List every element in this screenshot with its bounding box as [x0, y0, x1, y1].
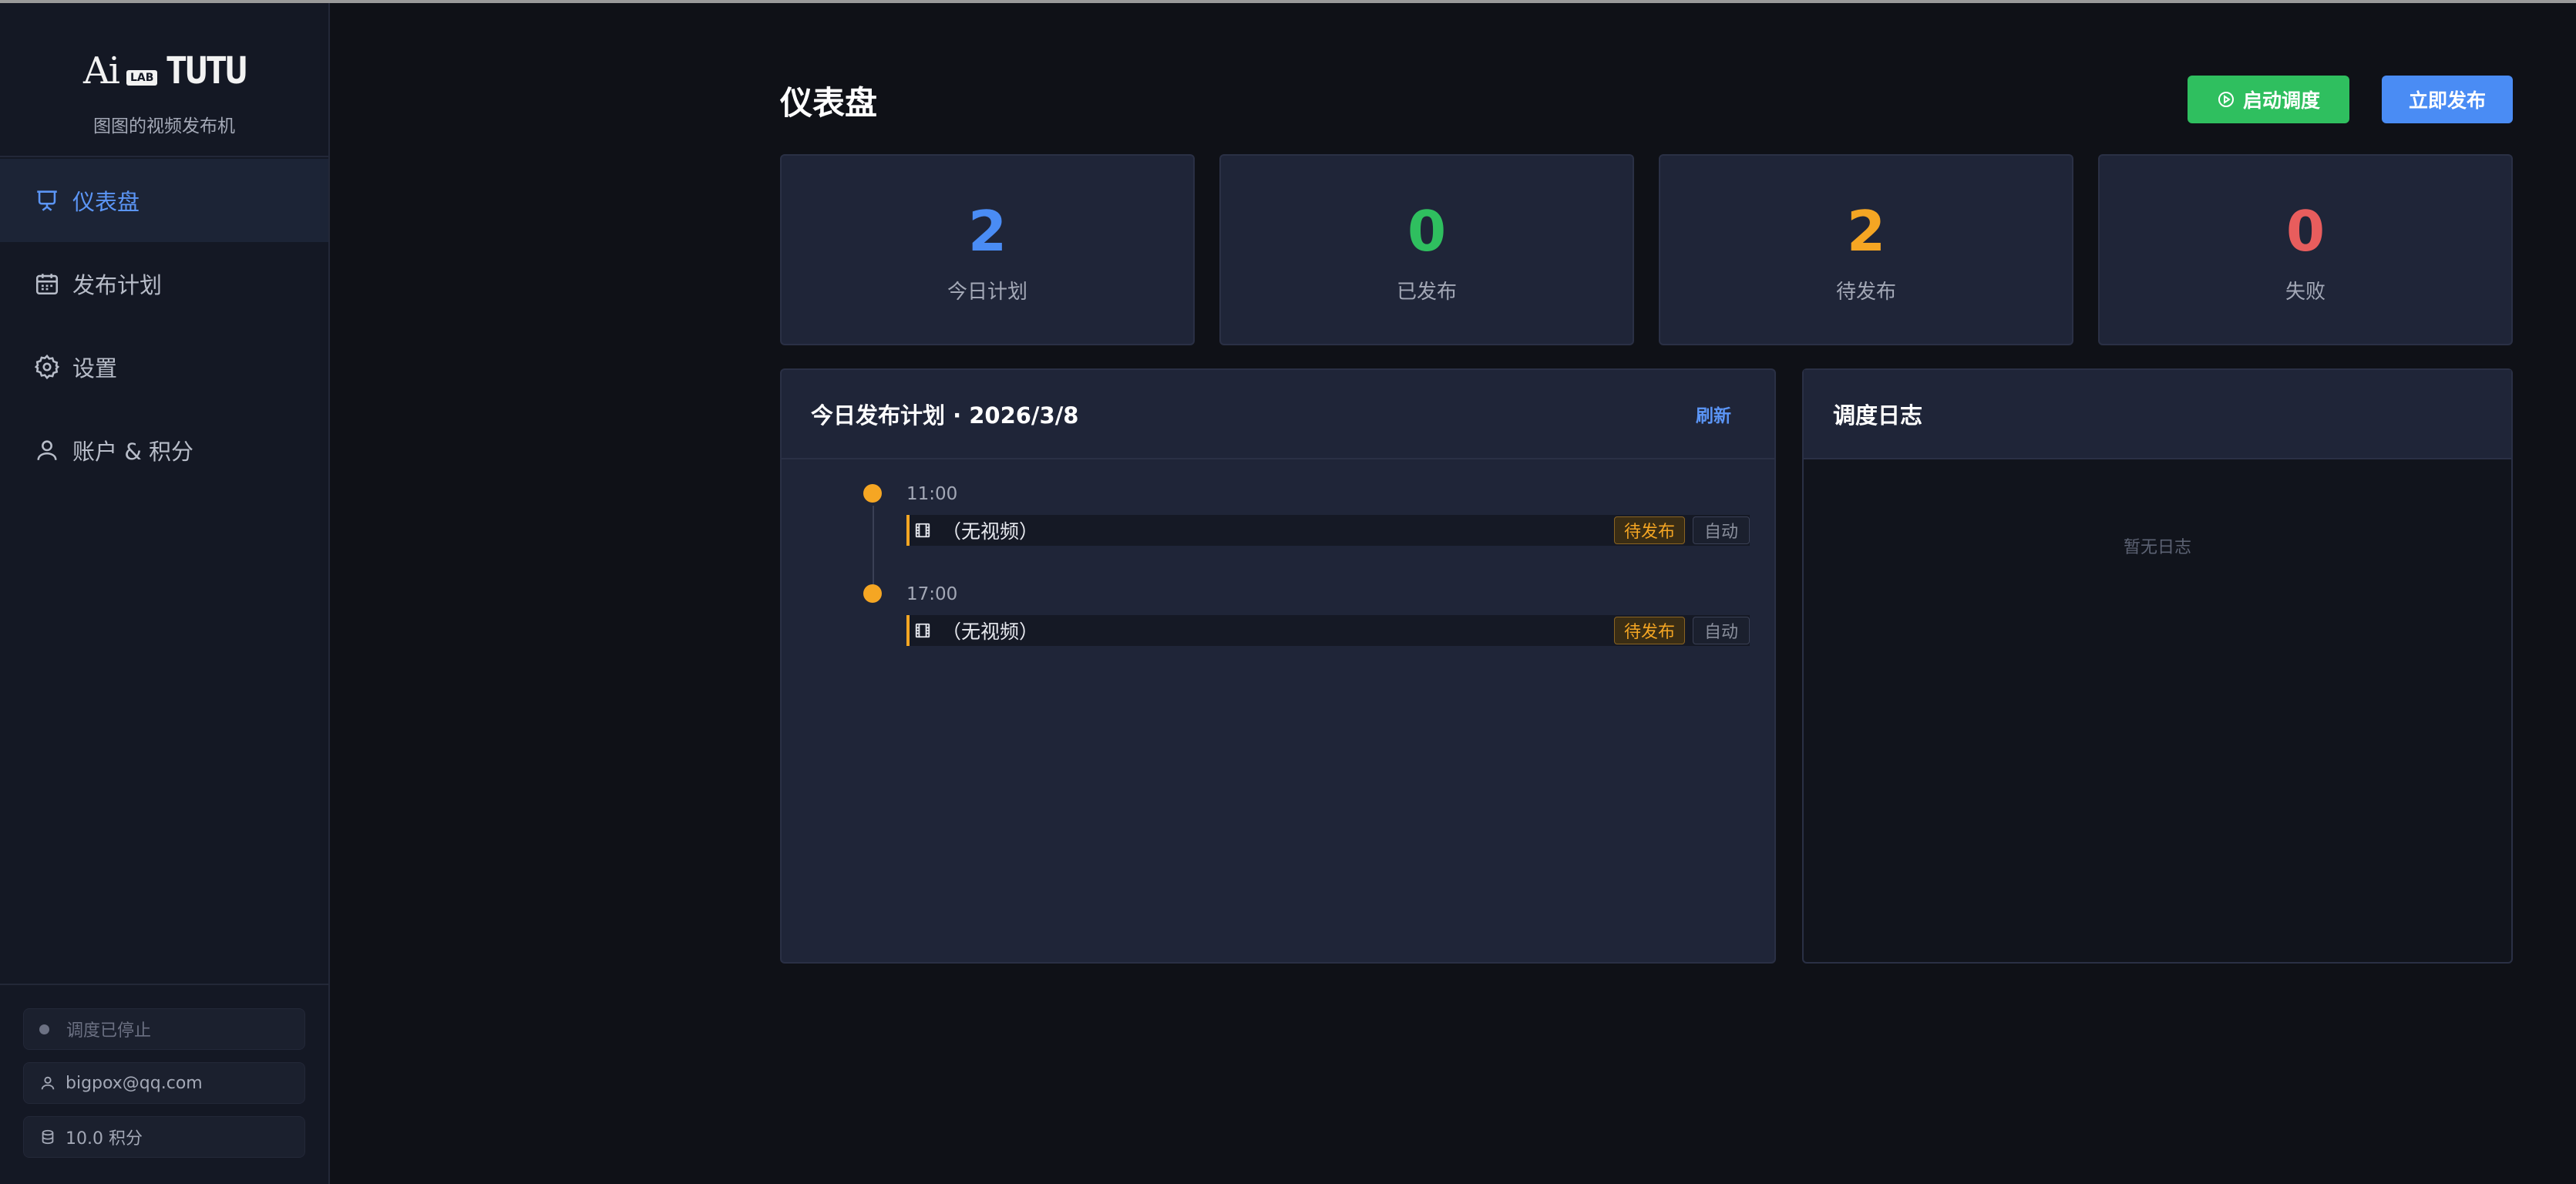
- mode-badge: 自动: [1692, 617, 1750, 644]
- brand: Ai LAB TUTU 图图的视频发布机: [0, 3, 328, 157]
- plan-video-title: （无视频）: [942, 621, 1039, 643]
- today-plan-header: 今日发布计划 · 2026/3/8 刷新: [782, 370, 1774, 459]
- start-scheduler-label: 启动调度: [2242, 89, 2320, 112]
- play-circle-icon: [2218, 92, 2234, 107]
- account-email-text: bigpox@qq.com: [66, 1073, 203, 1093]
- gear-icon: [34, 354, 60, 380]
- sidebar-nav: 仪表盘 发布计划 设置 账户 & 积分: [0, 159, 328, 492]
- points-balance[interactable]: 10.0 积分: [23, 1116, 305, 1158]
- sidebar-item-label: 仪表盘: [72, 189, 140, 215]
- publish-now-label: 立即发布: [2408, 89, 2486, 112]
- logo-tutu: TUTU: [165, 49, 247, 92]
- film-icon: [915, 623, 930, 638]
- sidebar-footer: 调度已停止 bigpox@qq.com 10.0 积分: [0, 984, 328, 1184]
- sidebar-item-account[interactable]: 账户 & 积分: [0, 409, 328, 492]
- stat-label: 已发布: [1396, 281, 1457, 304]
- plan-video-card[interactable]: （无视频） 待发布 自动: [906, 515, 1750, 546]
- sidebar-item-settings[interactable]: 设置: [0, 325, 328, 409]
- brand-subtitle: 图图的视频发布机: [93, 116, 235, 136]
- plan-video-card[interactable]: （无视频） 待发布 自动: [906, 615, 1750, 646]
- stat-value: 2: [967, 199, 1007, 264]
- timeline-time: 11:00: [906, 484, 958, 504]
- plan-video-title: （无视频）: [942, 520, 1039, 543]
- scheduler-log-header: 调度日志: [1804, 370, 2511, 459]
- user-icon: [41, 1076, 55, 1090]
- sidebar-item-label: 账户 & 积分: [72, 439, 194, 465]
- points-balance-text: 10.0 积分: [66, 1129, 143, 1149]
- film-icon: [915, 523, 930, 538]
- timeline-dot-icon: [863, 484, 882, 503]
- log-empty-text: 暂无日志: [2123, 538, 2191, 557]
- status-dot-icon: [39, 1024, 49, 1034]
- sidebar: Ai LAB TUTU 图图的视频发布机 仪表盘 发布计划 设置 账户 & 积分…: [0, 3, 330, 1184]
- stat-card-today-plan: 2 今日计划: [780, 154, 1195, 345]
- calendar-icon: [35, 274, 59, 295]
- stat-card-pending: 2 待发布: [1659, 154, 2073, 345]
- window-top-border: [0, 0, 2576, 3]
- plan-timeline: 11:00 （无视频） 待发布 自动 17:00 （无视频） 待发布 自动: [782, 459, 1774, 683]
- publish-now-button[interactable]: 立即发布: [2382, 76, 2513, 123]
- presentation-icon: [37, 190, 57, 211]
- status-badge: 待发布: [1613, 617, 1685, 644]
- timeline-dot-icon: [863, 584, 882, 603]
- account-email[interactable]: bigpox@qq.com: [23, 1062, 305, 1104]
- sidebar-item-dashboard[interactable]: 仪表盘: [0, 159, 328, 242]
- scheduler-status: 调度已停止: [23, 1008, 305, 1050]
- page-title: 仪表盘: [780, 84, 878, 122]
- today-plan-title: 今日发布计划 · 2026/3/8: [811, 402, 1079, 429]
- status-badge: 待发布: [1613, 516, 1685, 544]
- coins-icon: [42, 1129, 54, 1145]
- user-icon: [37, 440, 57, 460]
- stat-value: 0: [2285, 199, 2325, 264]
- sidebar-item-label: 设置: [72, 355, 118, 382]
- timeline-time: 17:00: [906, 584, 958, 604]
- refresh-button[interactable]: 刷新: [1696, 401, 1731, 427]
- mode-badge: 自动: [1692, 516, 1750, 544]
- stat-value: 0: [1407, 199, 1447, 264]
- scheduler-log-panel: 调度日志 暂无日志: [1802, 368, 2513, 964]
- stat-card-published: 0 已发布: [1219, 154, 1634, 345]
- stat-label: 失败: [2285, 281, 2325, 304]
- timeline-item: 11:00 （无视频） 待发布 自动: [863, 484, 1774, 583]
- scheduler-status-text: 调度已停止: [66, 1021, 152, 1041]
- sidebar-item-schedule[interactable]: 发布计划: [0, 242, 328, 325]
- start-scheduler-button[interactable]: 启动调度: [2188, 76, 2349, 123]
- stat-label: 今日计划: [947, 281, 1027, 304]
- today-plan-panel: 今日发布计划 · 2026/3/8 刷新 11:00 （无视频） 待发布 自动 …: [780, 368, 1776, 964]
- sidebar-item-label: 发布计划: [72, 272, 163, 298]
- timeline-item: 17:00 （无视频） 待发布 自动: [863, 584, 1774, 683]
- stat-label: 待发布: [1835, 281, 1896, 304]
- stat-value: 2: [1846, 199, 1886, 264]
- logo: Ai LAB TUTU: [0, 3, 328, 94]
- stat-card-failed: 0 失败: [2098, 154, 2513, 345]
- logo-ai: Ai: [82, 49, 120, 92]
- logo-lab: LAB: [126, 70, 158, 86]
- scheduler-log-title: 调度日志: [1833, 402, 1923, 429]
